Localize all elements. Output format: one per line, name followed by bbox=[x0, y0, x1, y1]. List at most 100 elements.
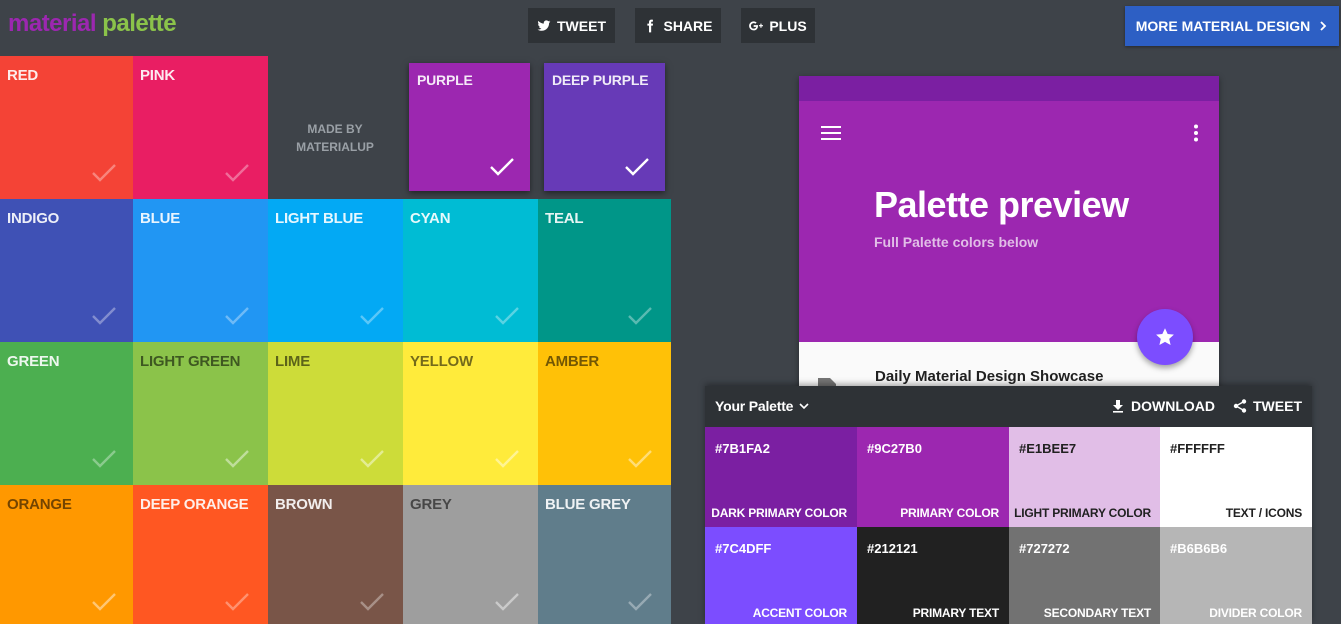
swatch-role: DARK PRIMARY COLOR bbox=[711, 506, 847, 520]
color-tile-label: TEAL bbox=[545, 210, 583, 227]
logo-word-material: material bbox=[8, 10, 96, 37]
swatch-hex: #7B1FA2 bbox=[715, 441, 770, 456]
check-icon bbox=[91, 163, 117, 183]
palette-swatch-light-primary-color[interactable]: #E1BEE7LIGHT PRIMARY COLOR bbox=[1009, 427, 1161, 527]
plus-button[interactable]: PLUS bbox=[741, 8, 815, 43]
preview-fab[interactable] bbox=[1137, 309, 1193, 365]
color-tile-lime[interactable]: LIME bbox=[268, 342, 403, 485]
palette-swatch-dark-primary-color[interactable]: #7B1FA2 DARK PRIMARY COLOR bbox=[705, 427, 857, 527]
star-icon bbox=[1154, 326, 1176, 348]
color-tile-green[interactable]: GREEN bbox=[0, 342, 135, 485]
share-button[interactable]: SHARE bbox=[635, 8, 721, 43]
google-plus-icon bbox=[749, 19, 763, 33]
swatch-role: LIGHT PRIMARY COLOR bbox=[1014, 506, 1151, 520]
palette-swatch-divider-color[interactable]: #B6B6B6 DIVIDER COLOR bbox=[1160, 527, 1312, 624]
palette-swatch-accent-color[interactable]: #7C4DFF ACCENT COLOR bbox=[705, 527, 857, 624]
color-tile-grey[interactable]: GREY bbox=[403, 485, 538, 624]
color-tile-red[interactable]: RED bbox=[0, 56, 135, 199]
check-icon bbox=[627, 449, 653, 469]
color-tile-purple[interactable]: PURPLE bbox=[409, 63, 530, 191]
preview-title: Palette preview bbox=[874, 184, 1129, 226]
your-palette-title: Your Palette bbox=[715, 398, 793, 414]
swatch-hex: #727272 bbox=[1019, 541, 1070, 556]
check-icon bbox=[627, 592, 653, 612]
menu-icon[interactable] bbox=[821, 125, 843, 141]
twitter-icon bbox=[537, 19, 551, 33]
palette-swatch-secondary-text[interactable]: #727272SECONDARY TEXT bbox=[1009, 527, 1161, 624]
palette-preview-card: Palette preview Full Palette colors belo… bbox=[799, 76, 1219, 396]
more-vert-icon[interactable] bbox=[1193, 124, 1199, 142]
color-tile-blue[interactable]: BLUE bbox=[133, 199, 268, 342]
swatch-role: DIVIDER COLOR bbox=[1209, 606, 1302, 620]
chevron-down-icon bbox=[799, 403, 809, 410]
check-icon bbox=[627, 306, 653, 326]
palette-tweet-button[interactable]: TWEET bbox=[1233, 398, 1302, 414]
color-tile-blue-grey[interactable]: BLUE GREY bbox=[538, 485, 671, 624]
swatch-hex: #7C4DFF bbox=[715, 541, 771, 556]
preview-list-item: Daily Material Design Showcase bbox=[875, 368, 1103, 385]
your-palette-toggle[interactable]: Your Palette bbox=[715, 398, 809, 414]
palette-swatch-text-icons[interactable]: #FFFFFF TEXT / ICONS bbox=[1160, 427, 1312, 527]
color-tile-deep-purple[interactable]: DEEP PURPLE bbox=[544, 63, 665, 191]
check-icon bbox=[359, 449, 385, 469]
palette-swatch-primary-text[interactable]: #212121 PRIMARY TEXT bbox=[857, 527, 1009, 624]
color-tile-brown[interactable]: BROWN bbox=[268, 485, 403, 624]
color-tile-cyan[interactable]: CYAN bbox=[403, 199, 538, 342]
color-tile-light-green[interactable]: LIGHT GREEN bbox=[133, 342, 268, 485]
made-by-line1: MADE BY bbox=[268, 120, 402, 138]
preview-subtitle: Full Palette colors below bbox=[874, 234, 1038, 250]
color-tile-yellow[interactable]: YELLOW bbox=[403, 342, 538, 485]
swatch-hex: #B6B6B6 bbox=[1170, 541, 1227, 556]
color-tile-indigo[interactable]: INDIGO bbox=[0, 199, 135, 342]
download-label: DOWNLOAD bbox=[1131, 398, 1215, 414]
more-material-design-button[interactable]: MORE MATERIAL DESIGN bbox=[1125, 6, 1339, 46]
check-icon bbox=[224, 306, 250, 326]
color-tile-pink[interactable]: PINK bbox=[133, 56, 268, 199]
color-tile-label: PINK bbox=[140, 67, 175, 84]
color-tile-label: BLUE GREY bbox=[545, 496, 631, 513]
color-tile-teal[interactable]: TEAL bbox=[538, 199, 671, 342]
check-icon bbox=[489, 157, 515, 177]
check-icon bbox=[91, 449, 117, 469]
color-tile-amber[interactable]: AMBER bbox=[538, 342, 671, 485]
facebook-icon bbox=[643, 19, 657, 33]
logo[interactable]: material palette bbox=[8, 10, 176, 38]
color-tile-orange[interactable]: ORANGE bbox=[0, 485, 135, 624]
color-tile-label: LIGHT GREEN bbox=[140, 353, 240, 370]
color-tile-label: YELLOW bbox=[410, 353, 473, 370]
color-tile-label: INDIGO bbox=[7, 210, 59, 227]
swatch-hex: #FFFFFF bbox=[1170, 441, 1225, 456]
color-tile-label: DEEP PURPLE bbox=[552, 72, 648, 88]
color-tile-label: RED bbox=[7, 67, 38, 84]
tweet-label: TWEET bbox=[557, 18, 606, 34]
check-icon bbox=[624, 157, 650, 177]
color-tile-deep-orange[interactable]: DEEP ORANGE bbox=[133, 485, 268, 624]
more-material-design-label: MORE MATERIAL DESIGN bbox=[1136, 18, 1311, 34]
swatch-role: PRIMARY COLOR bbox=[900, 506, 999, 520]
chevron-right-icon bbox=[1318, 21, 1328, 31]
color-tile-light-blue[interactable]: LIGHT BLUE bbox=[268, 199, 403, 342]
share-icon bbox=[1233, 399, 1247, 413]
swatch-hex: #212121 bbox=[867, 541, 918, 556]
check-icon bbox=[494, 449, 520, 469]
swatch-hex: #9C27B0 bbox=[867, 441, 922, 456]
check-icon bbox=[224, 163, 250, 183]
swatch-role: PRIMARY TEXT bbox=[913, 606, 999, 620]
color-tile-label: ORANGE bbox=[7, 496, 72, 513]
made-by-materialup[interactable]: MADE BY MATERIALUP bbox=[268, 120, 402, 156]
check-icon bbox=[494, 306, 520, 326]
check-icon bbox=[91, 592, 117, 612]
color-tile-label: GREY bbox=[410, 496, 452, 513]
color-tile-label: CYAN bbox=[410, 210, 450, 227]
palette-swatch-primary-color[interactable]: #9C27B0 PRIMARY COLOR bbox=[857, 427, 1009, 527]
color-tile-label: LIGHT BLUE bbox=[275, 210, 363, 227]
preview-status-bar bbox=[799, 76, 1219, 101]
check-icon bbox=[494, 592, 520, 612]
swatch-role: ACCENT COLOR bbox=[753, 606, 847, 620]
download-icon bbox=[1111, 399, 1125, 413]
color-tile-label: BROWN bbox=[275, 496, 332, 513]
swatch-role: TEXT / ICONS bbox=[1226, 506, 1302, 520]
download-button[interactable]: DOWNLOAD bbox=[1111, 398, 1215, 414]
tweet-button[interactable]: TWEET bbox=[528, 8, 615, 43]
your-palette-header: Your Palette DOWNLOAD TWEET bbox=[705, 386, 1312, 426]
